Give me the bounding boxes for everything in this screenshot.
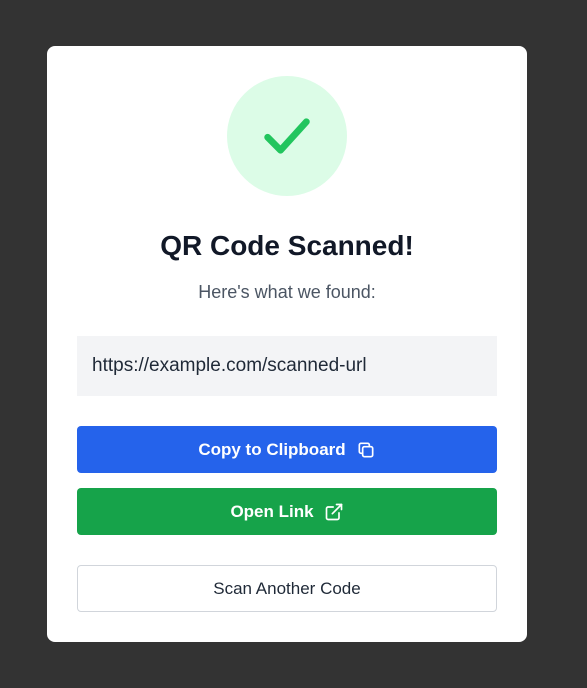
dialog-title: QR Code Scanned! [160, 230, 414, 261]
copy-to-clipboard-button[interactable]: Copy to Clipboard [77, 426, 497, 473]
scanned-url-display: https://example.com/scanned-url [77, 336, 497, 396]
dialog-subtitle: Here's what we found: [198, 282, 376, 302]
scanned-url-text: https://example.com/scanned-url [92, 355, 367, 376]
open-link-button-label: Open Link [230, 501, 314, 521]
checkmark-icon [264, 118, 310, 154]
success-badge [227, 76, 347, 196]
external-link-icon [324, 502, 344, 522]
scan-another-code-button[interactable]: Scan Another Code [77, 565, 497, 612]
copy-button-label: Copy to Clipboard [198, 439, 346, 459]
modal-backdrop: QR Code Scanned! Here's what we found: h… [0, 0, 587, 688]
open-link-button[interactable]: Open Link [77, 488, 497, 535]
scan-another-button-label: Scan Another Code [213, 578, 361, 598]
scan-result-dialog: QR Code Scanned! Here's what we found: h… [47, 46, 527, 642]
copy-icon [356, 440, 376, 460]
